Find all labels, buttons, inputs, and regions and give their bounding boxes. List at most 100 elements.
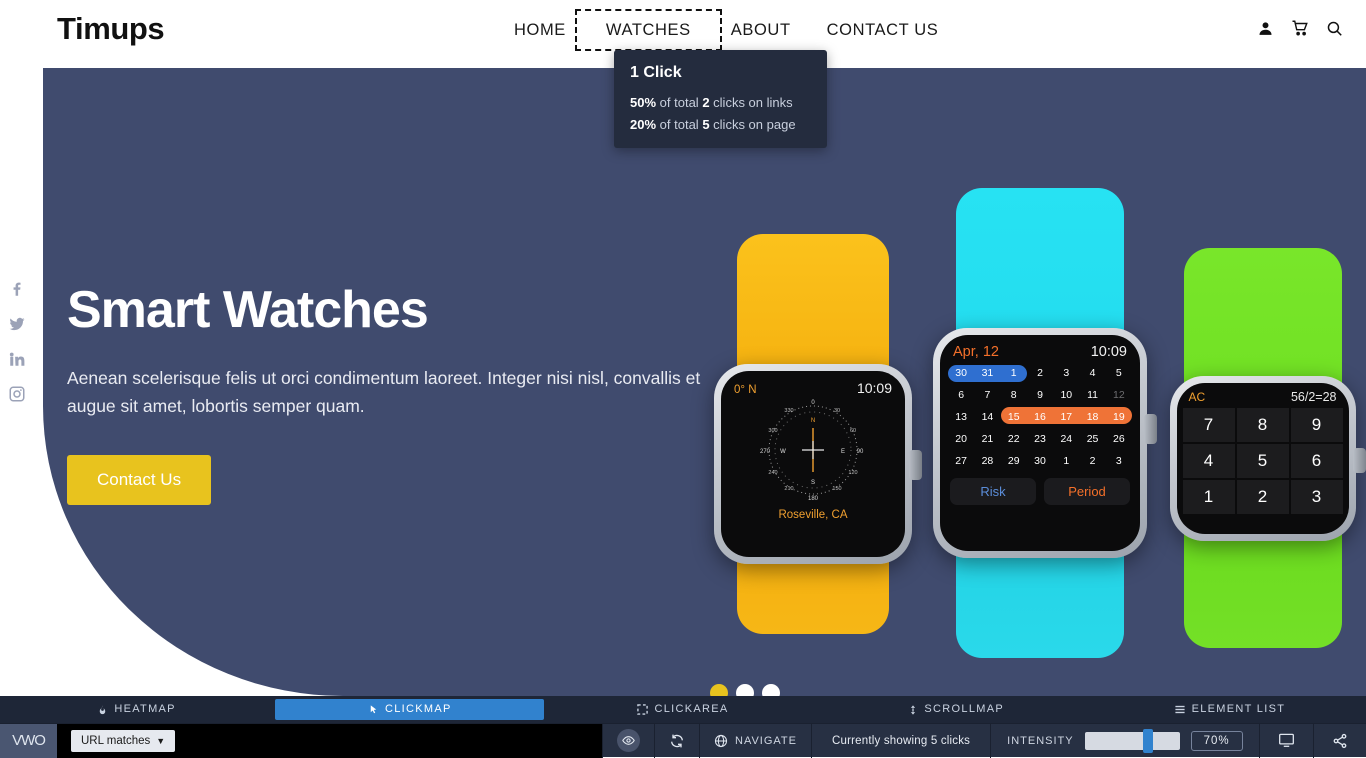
svg-text:60: 60 xyxy=(850,428,856,434)
vwo-tab-scrollmap[interactable]: SCROLLMAP xyxy=(822,699,1091,720)
vwo-tab-element-list[interactable]: ELEMENT LIST xyxy=(1095,699,1364,720)
vwo-tab-label: HEATMAP xyxy=(114,703,176,715)
calendar-day[interactable]: 24 xyxy=(1053,430,1079,448)
click-tooltip: 1 Click 50% of total 2 clicks on links 2… xyxy=(614,50,827,148)
calculator-clear-button[interactable]: AC xyxy=(1189,390,1206,404)
calendar-day[interactable]: 6 xyxy=(948,386,974,404)
calendar-day[interactable]: 30 xyxy=(948,364,974,382)
calculator-key-1[interactable]: 1 xyxy=(1182,480,1235,514)
chevron-down-icon: ▼ xyxy=(156,735,166,746)
share-icon[interactable] xyxy=(1332,733,1348,749)
calendar-day[interactable]: 15 xyxy=(1001,408,1027,426)
calendar-day[interactable]: 22 xyxy=(1001,430,1027,448)
calendar-time: 10:09 xyxy=(1090,344,1127,360)
calendar-day[interactable]: 11 xyxy=(1079,386,1105,404)
url-matches-dropdown[interactable]: URL matches ▼ xyxy=(71,729,176,752)
calendar-day[interactable]: 25 xyxy=(1079,430,1105,448)
calendar-day[interactable]: 3 xyxy=(1106,452,1132,470)
twitter-icon[interactable] xyxy=(8,315,26,333)
calendar-day[interactable]: 13 xyxy=(948,408,974,426)
calculator-key-7[interactable]: 7 xyxy=(1182,408,1235,442)
hero-section: Smart Watches Aenean scelerisque felis u… xyxy=(43,68,1366,696)
calendar-day[interactable]: 23 xyxy=(1027,430,1053,448)
carousel-dot-2[interactable] xyxy=(736,684,754,696)
tooltip-line1-percent: 50% xyxy=(630,95,657,110)
calendar-day[interactable]: 21 xyxy=(974,430,1000,448)
calendar-day[interactable]: 26 xyxy=(1106,430,1132,448)
calculator-key-8[interactable]: 8 xyxy=(1236,408,1289,442)
calendar-day[interactable]: 10 xyxy=(1053,386,1079,404)
calculator-key-9[interactable]: 9 xyxy=(1290,408,1343,442)
contact-us-button[interactable]: Contact Us xyxy=(67,454,212,505)
calendar-day[interactable]: 27 xyxy=(948,452,974,470)
device-view-section xyxy=(1260,723,1314,758)
calendar-day[interactable]: 16 xyxy=(1027,408,1053,426)
linkedin-icon[interactable] xyxy=(8,350,26,368)
calculator-key-3[interactable]: 3 xyxy=(1290,480,1343,514)
calendar-day[interactable]: 8 xyxy=(1001,386,1027,404)
vwo-tab-label: CLICKMAP xyxy=(384,703,452,715)
navigate-section[interactable]: NAVIGATE xyxy=(700,723,812,758)
nav-item-watches[interactable]: WATCHES xyxy=(574,9,722,51)
calendar-day[interactable]: 17 xyxy=(1053,408,1079,426)
calendar-day[interactable]: 29 xyxy=(1001,452,1027,470)
nav-item-home[interactable]: HOME xyxy=(496,18,584,42)
calendar-day[interactable]: 18 xyxy=(1079,408,1105,426)
user-icon[interactable] xyxy=(1257,20,1274,37)
svg-text:90: 90 xyxy=(857,449,864,455)
svg-text:330: 330 xyxy=(784,408,793,414)
calculator-key-4[interactable]: 4 xyxy=(1182,444,1235,478)
vwo-tab-clickmap[interactable]: CLICKMAP xyxy=(275,699,545,720)
nav-item-contact-us[interactable]: CONTACT US xyxy=(809,18,957,42)
calculator-key-5[interactable]: 5 xyxy=(1236,444,1289,478)
calendar-day[interactable]: 1 xyxy=(1001,364,1027,382)
analyzed-page-frame: Smart Watches Aenean scelerisque felis u… xyxy=(0,0,1366,696)
intensity-value[interactable]: 70% xyxy=(1190,730,1243,751)
calendar-period-button[interactable]: Period xyxy=(1044,478,1130,505)
calendar-day[interactable]: 7 xyxy=(974,386,1000,404)
currently-showing-text: Currently showing 5 clicks xyxy=(832,734,971,747)
tooltip-line-1: 50% of total 2 clicks on links xyxy=(630,95,811,110)
carousel-dot-1[interactable] xyxy=(710,684,728,696)
share-section xyxy=(1314,724,1366,758)
instagram-icon[interactable] xyxy=(8,385,26,403)
cart-icon[interactable] xyxy=(1291,19,1309,37)
svg-text:240: 240 xyxy=(768,470,777,476)
vwo-mode-tabs: HEATMAP CLICKMAP CLICKAREA SCROLLMAP ELEMENT… xyxy=(0,696,1366,723)
watch-screen: AC 56/2=28 789 456 123 xyxy=(1176,383,1349,534)
compass-time: 10:09 xyxy=(856,380,892,396)
calendar-day[interactable]: 28 xyxy=(974,452,1000,470)
calendar-day[interactable]: 4 xyxy=(1079,364,1105,382)
calendar-day[interactable]: 20 xyxy=(948,430,974,448)
calendar-day[interactable]: 31 xyxy=(974,364,1000,382)
calendar-day[interactable]: 30 xyxy=(1027,452,1053,470)
svg-text:30: 30 xyxy=(834,408,840,414)
calendar-day[interactable]: 5 xyxy=(1106,364,1132,382)
calculator-key-2[interactable]: 2 xyxy=(1236,480,1289,514)
calendar-day[interactable]: 19 xyxy=(1106,408,1132,426)
calendar-day[interactable]: 1 xyxy=(1053,452,1079,470)
calendar-day[interactable]: 12 xyxy=(1106,386,1132,404)
calendar-day[interactable]: 14 xyxy=(974,408,1000,426)
intensity-section: INTENSITY 70% xyxy=(991,723,1260,758)
vwo-tab-clickarea[interactable]: CLICKAREA xyxy=(548,699,817,720)
calendar-day[interactable]: 3 xyxy=(1053,364,1079,382)
refresh-icon[interactable] xyxy=(669,733,685,749)
calculator-key-6[interactable]: 6 xyxy=(1290,444,1343,478)
intensity-slider-knob[interactable] xyxy=(1142,728,1153,753)
calendar-day[interactable]: 9 xyxy=(1027,386,1053,404)
monitor-icon[interactable] xyxy=(1278,733,1295,748)
calendar-risk-button[interactable]: Risk xyxy=(950,478,1036,505)
carousel-dot-3[interactable] xyxy=(762,684,780,696)
facebook-icon[interactable] xyxy=(8,280,26,298)
eye-icon[interactable] xyxy=(617,729,640,752)
site-logo[interactable]: Timups xyxy=(57,11,165,47)
hero-title: Smart Watches xyxy=(67,281,429,339)
calendar-day[interactable]: 2 xyxy=(1079,452,1105,470)
nav-item-about[interactable]: ABOUT xyxy=(713,18,809,42)
search-icon[interactable] xyxy=(1326,20,1343,37)
calendar-day[interactable]: 2 xyxy=(1027,364,1053,382)
intensity-slider[interactable] xyxy=(1084,728,1180,753)
vwo-tab-heatmap[interactable]: HEATMAP xyxy=(2,699,271,720)
calendar-grid: 30 31 1 2 3 4 5 6 7 8 9 10 11 12 13 14 15 16 17 18 19 20 21 22 2… xyxy=(940,364,1140,470)
